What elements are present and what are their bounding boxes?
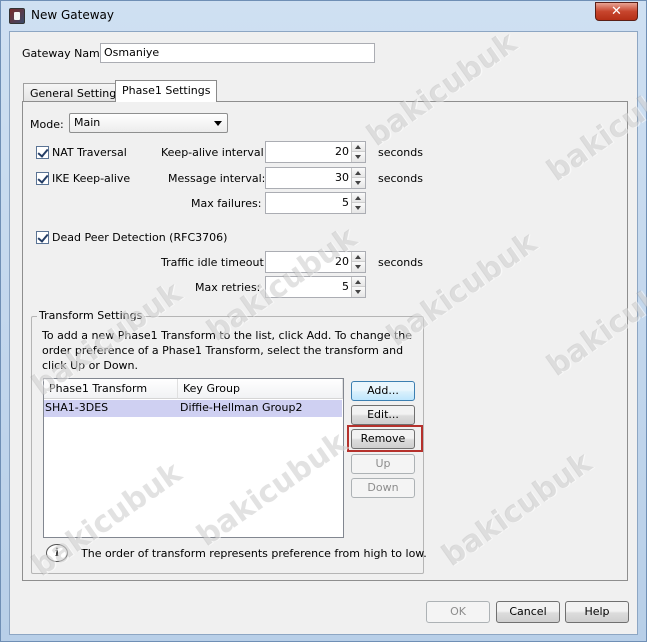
help-button[interactable]: Help bbox=[565, 601, 629, 623]
close-button[interactable]: ✕ bbox=[595, 2, 638, 21]
gateway-name-input[interactable]: Osmaniye bbox=[100, 43, 375, 63]
keepalive-interval-unit: seconds bbox=[378, 146, 423, 159]
window-title: New Gateway bbox=[31, 8, 114, 22]
spin-down-icon[interactable] bbox=[352, 178, 365, 188]
keepalive-interval-value: 20 bbox=[335, 145, 349, 158]
message-interval-label: Message interval: bbox=[168, 172, 266, 185]
table-row[interactable]: SHA1-3DES Diffie-Hellman Group2 bbox=[44, 400, 342, 417]
nat-traversal-checkbox[interactable] bbox=[36, 146, 49, 159]
traffic-idle-timeout-label: Traffic idle timeout: bbox=[161, 256, 268, 269]
spin-up-icon[interactable] bbox=[352, 193, 365, 203]
spin-down-icon[interactable] bbox=[352, 287, 365, 297]
dead-peer-detection-checkbox[interactable] bbox=[36, 231, 49, 244]
max-failures-value: 5 bbox=[342, 196, 349, 209]
chevron-down-icon bbox=[214, 121, 222, 126]
down-button[interactable]: Down bbox=[351, 478, 415, 498]
spin-down-icon[interactable] bbox=[352, 262, 365, 272]
new-gateway-dialog: New Gateway ✕ Gateway Name: Osmaniye Gen… bbox=[0, 0, 647, 642]
transform-settings-description: To add a new Phase1 Transform to the lis… bbox=[42, 329, 413, 372]
cell-transform: SHA1-3DES bbox=[45, 401, 109, 414]
mode-label: Mode: bbox=[30, 118, 64, 131]
edit-button[interactable]: Edit... bbox=[351, 405, 415, 425]
up-button[interactable]: Up bbox=[351, 454, 415, 474]
spin-up-icon[interactable] bbox=[352, 252, 365, 262]
message-interval-spinner[interactable]: 30 bbox=[265, 167, 366, 189]
phase1-settings-panel: Mode: Main NAT Traversal Keep-alive inte… bbox=[22, 101, 628, 581]
traffic-idle-timeout-value: 20 bbox=[335, 255, 349, 268]
cell-key-group: Diffie-Hellman Group2 bbox=[180, 401, 303, 414]
max-retries-label: Max retries: bbox=[195, 281, 261, 294]
ok-button[interactable]: OK bbox=[426, 601, 490, 623]
spin-up-icon[interactable] bbox=[352, 277, 365, 287]
tab-phase1-settings[interactable]: Phase1 Settings bbox=[115, 80, 218, 102]
message-interval-unit: seconds bbox=[378, 172, 423, 185]
remove-button[interactable]: Remove bbox=[351, 429, 415, 449]
mode-select-value: Main bbox=[74, 116, 101, 129]
dead-peer-detection-label: Dead Peer Detection (RFC3706) bbox=[52, 231, 228, 244]
add-button[interactable]: Add... bbox=[351, 381, 415, 401]
transform-table[interactable]: Phase1 Transform Key Group SHA1-3DES Dif… bbox=[43, 378, 344, 538]
app-icon bbox=[9, 8, 25, 24]
max-retries-spinner[interactable]: 5 bbox=[265, 276, 366, 298]
spin-up-icon[interactable] bbox=[352, 168, 365, 178]
message-interval-value: 30 bbox=[335, 171, 349, 184]
info-icon: i bbox=[46, 544, 68, 562]
column-header-phase1-transform[interactable]: Phase1 Transform bbox=[44, 379, 178, 399]
spin-down-icon[interactable] bbox=[352, 203, 365, 213]
ike-keepalive-label: IKE Keep-alive bbox=[52, 172, 131, 185]
max-failures-spinner[interactable]: 5 bbox=[265, 192, 366, 214]
max-failures-label: Max failures: bbox=[191, 197, 262, 210]
traffic-idle-timeout-unit: seconds bbox=[378, 256, 423, 269]
gateway-name-label: Gateway Name: bbox=[22, 47, 111, 60]
spin-down-icon[interactable] bbox=[352, 152, 365, 162]
traffic-idle-timeout-spinner[interactable]: 20 bbox=[265, 251, 366, 273]
title-bar[interactable]: New Gateway ✕ bbox=[1, 1, 646, 31]
keepalive-interval-label: Keep-alive interval: bbox=[161, 146, 268, 159]
transform-info-text: The order of transform represents prefer… bbox=[81, 547, 427, 560]
dialog-body: Gateway Name: Osmaniye General Settings … bbox=[9, 25, 647, 635]
mode-select[interactable]: Main bbox=[69, 113, 228, 133]
spin-up-icon[interactable] bbox=[352, 142, 365, 152]
nat-traversal-label: NAT Traversal bbox=[52, 146, 127, 159]
tab-general-settings[interactable]: General Settings bbox=[23, 83, 129, 101]
ike-keepalive-checkbox[interactable] bbox=[36, 172, 49, 185]
column-header-key-group[interactable]: Key Group bbox=[178, 379, 343, 399]
transform-settings-title: Transform Settings bbox=[37, 309, 145, 322]
keepalive-interval-spinner[interactable]: 20 bbox=[265, 141, 366, 163]
cancel-button[interactable]: Cancel bbox=[496, 601, 560, 623]
max-retries-value: 5 bbox=[342, 280, 349, 293]
